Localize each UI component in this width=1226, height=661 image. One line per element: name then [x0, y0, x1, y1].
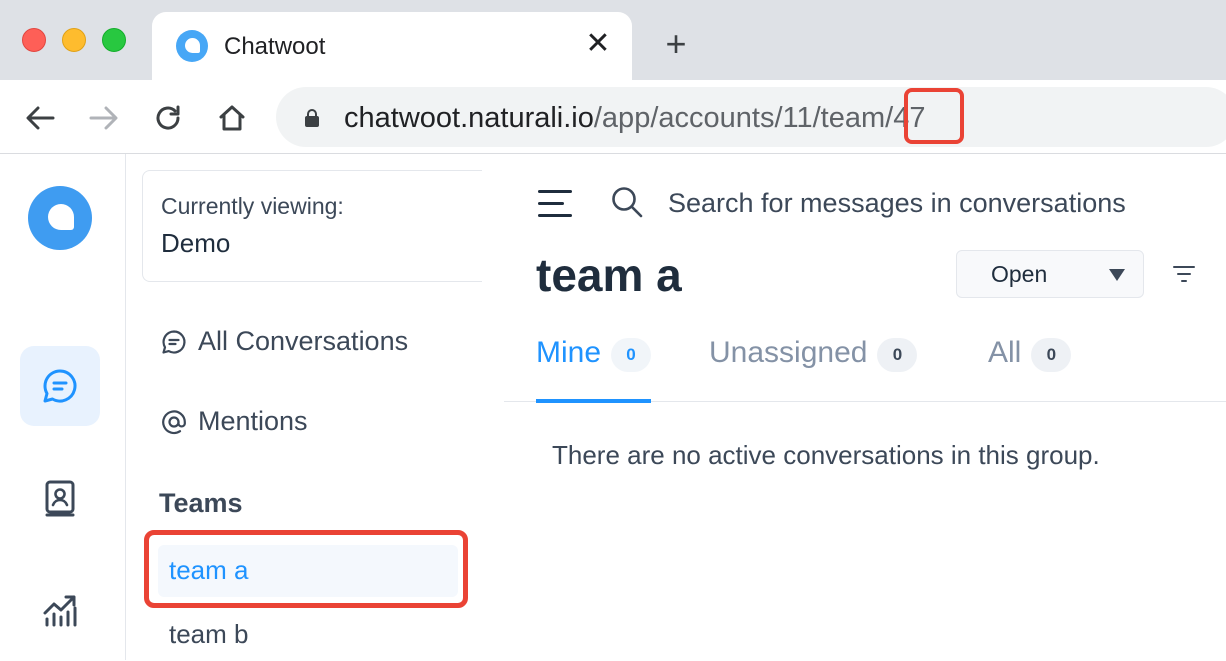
empty-state-message: There are no active conversations in thi… — [552, 440, 1100, 470]
window-zoom-button[interactable] — [102, 28, 126, 52]
browser-tab-bar: Chatwoot ✕ + — [0, 0, 1226, 80]
tab-all[interactable]: All 0 — [988, 330, 1072, 402]
home-icon — [219, 105, 245, 131]
menu-item-label: Mentions — [198, 406, 308, 436]
search-input[interactable]: Search for messages in conversations — [668, 188, 1126, 219]
rail-reports-button[interactable] — [20, 570, 100, 650]
page-title: team a — [536, 249, 682, 301]
rail-contacts-button[interactable] — [20, 458, 100, 538]
url-path: /app/accounts/11/team/ — [593, 102, 894, 134]
tab-count-badge: 0 — [877, 338, 918, 372]
conversation-list-panel: Search for messages in conversations tea… — [504, 154, 1226, 660]
teams-heading: Teams — [159, 488, 243, 518]
new-tab-button[interactable]: + — [656, 26, 696, 62]
search-icon — [612, 187, 643, 218]
tab-title: Chatwoot — [224, 33, 326, 60]
forward-button[interactable] — [84, 98, 124, 138]
tab-unassigned[interactable]: Unassigned 0 — [709, 330, 918, 402]
reload-icon — [156, 105, 180, 130]
tab-label: Unassigned — [709, 336, 868, 369]
back-button[interactable] — [20, 98, 60, 138]
window-minimize-button[interactable] — [62, 28, 86, 52]
toggle-sidebar-menu-icon[interactable] — [538, 190, 574, 218]
status-filter-value: Open — [991, 261, 1048, 287]
menu-item-mentions[interactable]: Mentions — [160, 406, 308, 437]
address-bar[interactable]: chatwoot.naturali.io/app/accounts/11/tea… — [276, 87, 1226, 147]
url-id-highlight-box — [904, 88, 964, 144]
url-host: chatwoot.naturali.io — [344, 102, 594, 134]
back-arrow-icon — [26, 106, 55, 130]
window-close-button[interactable] — [22, 28, 46, 52]
filter-icon[interactable] — [1172, 264, 1196, 284]
chatwoot-app: Currently viewing: Demo All Conversation… — [0, 154, 1226, 660]
tab-count-badge: 0 — [611, 338, 652, 372]
sidebar-item-team-b[interactable]: team b — [158, 609, 458, 661]
contact-book-icon — [45, 480, 75, 517]
primary-sidebar — [0, 154, 126, 660]
menu-item-all-conversations[interactable]: All Conversations — [160, 326, 408, 357]
chatwoot-logo-icon[interactable] — [28, 186, 92, 250]
status-filter-select[interactable]: Open — [956, 250, 1144, 298]
secondary-sidebar: Currently viewing: Demo All Conversation… — [126, 154, 504, 660]
tab-label: All — [988, 336, 1022, 369]
tab-count-badge: 0 — [1031, 338, 1072, 372]
menu-item-label: All Conversations — [198, 326, 409, 356]
team-a-highlight-box — [144, 530, 468, 608]
at-sign-icon — [160, 408, 188, 436]
currently-viewing-label: Currently viewing: — [161, 193, 344, 219]
chat-bubble-icon — [43, 369, 77, 403]
conversation-tabs: Mine 0 Unassigned 0 All 0 — [504, 330, 1226, 403]
account-switcher[interactable]: Currently viewing: Demo — [142, 170, 482, 282]
current-account-name: Demo — [161, 228, 231, 258]
browser-tab[interactable]: Chatwoot ✕ — [152, 12, 632, 80]
tab-mine[interactable]: Mine 0 — [536, 330, 652, 403]
chat-bubble-icon — [160, 328, 188, 356]
reports-chart-icon — [43, 595, 77, 627]
chatwoot-favicon-icon — [176, 30, 208, 62]
forward-arrow-icon — [89, 106, 118, 130]
tab-close-icon[interactable]: ✕ — [582, 28, 614, 60]
rail-conversations-button[interactable] — [20, 346, 100, 426]
home-button[interactable] — [212, 98, 252, 138]
caret-down-icon — [1109, 269, 1125, 281]
lock-icon — [305, 109, 319, 127]
browser-toolbar: chatwoot.naturali.io/app/accounts/11/tea… — [0, 80, 1226, 154]
reload-button[interactable] — [148, 98, 188, 138]
url-text: chatwoot.naturali.io/app/accounts/11/tea… — [344, 102, 925, 135]
tab-label: Mine — [536, 336, 602, 369]
